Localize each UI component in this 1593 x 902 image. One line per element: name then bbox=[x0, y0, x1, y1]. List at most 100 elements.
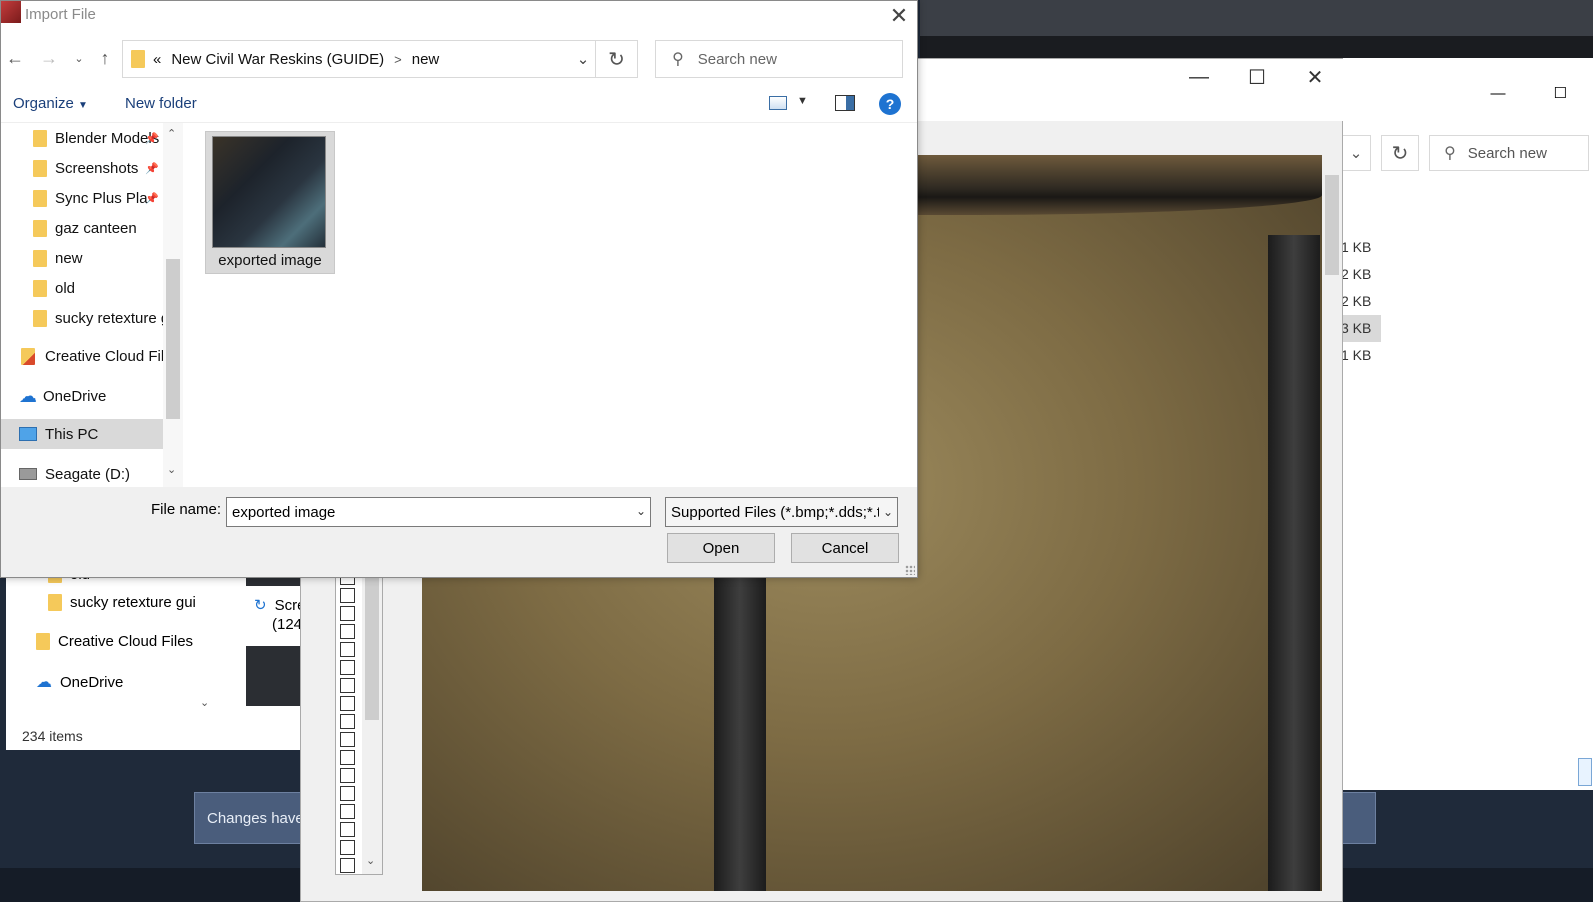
tree-item-sucky[interactable]: sucky retexture gui bbox=[48, 594, 196, 611]
up-arrow-icon[interactable]: ↑ bbox=[93, 45, 117, 71]
minimize-icon[interactable]: — bbox=[1170, 59, 1228, 95]
new-folder-button[interactable]: New folder bbox=[125, 95, 197, 112]
file-item-exported-image[interactable]: exported image bbox=[205, 131, 335, 274]
chevron-down-icon[interactable]: ⌄ bbox=[366, 854, 375, 867]
checkbox-list: ⌄ bbox=[335, 569, 383, 875]
edge-widget[interactable] bbox=[1578, 758, 1592, 786]
checkbox[interactable] bbox=[340, 588, 355, 603]
scrollbar-thumb[interactable] bbox=[1325, 175, 1339, 275]
forward-arrow-icon[interactable]: → bbox=[37, 45, 61, 71]
explorer-window-right: — ☐ ⌄ ↻ ⚲ Search new 1 KB 2 KB 2 KB 3 KB… bbox=[1340, 58, 1593, 790]
nav-item-onedrive[interactable]: ☁ OneDrive bbox=[1, 381, 165, 411]
recent-dropdown-icon[interactable]: ⌄ bbox=[67, 45, 91, 71]
checkbox[interactable] bbox=[340, 822, 355, 837]
nav-item-creative-cloud[interactable]: Creative Cloud Fil bbox=[1, 341, 165, 371]
checkbox[interactable] bbox=[340, 840, 355, 855]
checkbox[interactable] bbox=[340, 642, 355, 657]
chevron-down-icon[interactable]: ⌄ bbox=[167, 463, 176, 476]
maximize-icon[interactable]: ☐ bbox=[1228, 59, 1286, 95]
organize-button[interactable]: Organize ▼ bbox=[13, 95, 88, 112]
checkbox[interactable] bbox=[340, 696, 355, 711]
chevron-down-icon[interactable]: ⌄ bbox=[878, 505, 893, 519]
nav-item-old[interactable]: old bbox=[1, 273, 165, 303]
filetype-select[interactable]: Supported Files (*.bmp;*.dds;*.t ⌄ bbox=[665, 497, 898, 527]
folder-icon bbox=[48, 594, 62, 611]
checkbox[interactable] bbox=[340, 732, 355, 747]
nav-item-screenshots[interactable]: Screenshots 📌 bbox=[1, 153, 165, 183]
search-icon: ⚲ bbox=[672, 51, 684, 68]
tree-item-onedrive[interactable]: ☁ OneDrive bbox=[36, 672, 123, 692]
chevron-down-icon[interactable]: ⌄ bbox=[636, 504, 646, 518]
refresh-icon[interactable]: ↻ bbox=[1381, 135, 1419, 171]
navigation-pane: Blender Models 📌 Screenshots 📌 Sync Plus… bbox=[1, 123, 183, 487]
checkbox[interactable] bbox=[340, 858, 355, 873]
nav-item-sucky-retexture[interactable]: sucky retexture g bbox=[1, 303, 165, 333]
background-window-titlebar bbox=[920, 0, 1593, 40]
filename-input[interactable]: exported image ⌄ bbox=[226, 497, 651, 527]
minimize-icon[interactable]: — bbox=[1491, 85, 1506, 102]
nav-item-gaz-canteen[interactable]: gaz canteen bbox=[1, 213, 165, 243]
scrollbar[interactable] bbox=[1322, 155, 1342, 891]
scrollbar[interactable]: ⌃ ⌄ bbox=[163, 123, 183, 487]
checkbox[interactable] bbox=[340, 714, 355, 729]
computer-icon bbox=[19, 427, 37, 441]
file-item-screenshot[interactable]: ↻ Scre bbox=[254, 596, 305, 615]
creative-cloud-icon bbox=[36, 633, 50, 650]
folder-icon bbox=[33, 279, 47, 297]
checkbox[interactable] bbox=[340, 804, 355, 819]
checkbox[interactable] bbox=[340, 786, 355, 801]
scrollbar[interactable]: ⌄ bbox=[196, 570, 214, 718]
checkbox[interactable] bbox=[340, 660, 355, 675]
sync-folder-icon bbox=[33, 189, 47, 207]
cancel-button[interactable]: Cancel bbox=[791, 533, 899, 563]
search-placeholder: Search new bbox=[697, 50, 777, 68]
window-controls: — ☐ ✕ bbox=[1170, 59, 1344, 95]
close-icon[interactable]: ✕ bbox=[1286, 59, 1344, 95]
caret-down-icon[interactable]: ▼ bbox=[797, 95, 808, 107]
nav-item-label: Creative Cloud Fil bbox=[45, 347, 165, 365]
nav-item-new[interactable]: new bbox=[1, 243, 165, 273]
checkbox[interactable] bbox=[340, 678, 355, 693]
preview-pane-icon[interactable] bbox=[835, 95, 855, 111]
scrollbar-thumb[interactable] bbox=[166, 259, 180, 419]
search-input[interactable]: ⚲ Search new bbox=[1429, 135, 1589, 171]
address-bar[interactable]: « New Civil War Reskins (GUIDE) > new ⌄ … bbox=[122, 40, 638, 78]
nav-item-this-pc[interactable]: This PC bbox=[1, 419, 165, 449]
texture-rail bbox=[1268, 235, 1320, 891]
filetype-value: Supported Files (*.bmp;*.dds;*.t bbox=[671, 503, 882, 521]
maximize-icon[interactable]: ☐ bbox=[1554, 84, 1567, 102]
checkbox[interactable] bbox=[340, 768, 355, 783]
nav-item-sync-plus[interactable]: Sync Plus Pla 📌 bbox=[1, 183, 165, 213]
onedrive-icon: ☁ bbox=[36, 674, 52, 691]
search-input[interactable]: ⚲ Search new bbox=[655, 40, 903, 78]
scrollbar-thumb[interactable] bbox=[365, 570, 379, 720]
size-cell: 2 KB bbox=[1341, 293, 1372, 309]
scrollbar[interactable]: ⌄ bbox=[362, 570, 382, 874]
close-icon[interactable]: ✕ bbox=[881, 1, 917, 31]
open-button[interactable]: Open bbox=[667, 533, 775, 563]
nav-item-label: sucky retexture g bbox=[55, 309, 165, 327]
view-options-icon[interactable] bbox=[769, 96, 787, 110]
pin-icon: 📌 bbox=[145, 162, 159, 175]
dialog-titlebar bbox=[1, 1, 917, 31]
chevron-up-icon[interactable]: ⌃ bbox=[167, 127, 176, 140]
chevron-down-icon[interactable]: ⌄ bbox=[1341, 135, 1371, 171]
chevron-down-icon[interactable]: ⌄ bbox=[571, 41, 595, 77]
file-label: (124 bbox=[272, 616, 303, 633]
file-item-label-2: (124 bbox=[272, 616, 302, 633]
checkbox[interactable] bbox=[340, 606, 355, 621]
checkbox[interactable] bbox=[340, 750, 355, 765]
checkbox[interactable] bbox=[340, 624, 355, 639]
file-thumbnail[interactable] bbox=[246, 646, 300, 706]
nav-item-seagate[interactable]: Seagate (D:) bbox=[1, 459, 165, 487]
help-icon[interactable]: ? bbox=[879, 93, 901, 115]
tree-item-creative-cloud[interactable]: Creative Cloud Files bbox=[36, 633, 193, 650]
overflow-chevrons[interactable]: « bbox=[153, 51, 161, 68]
nav-item-blender-models[interactable]: Blender Models 📌 bbox=[1, 123, 165, 153]
breadcrumb-item[interactable]: New Civil War Reskins (GUIDE) bbox=[171, 51, 384, 68]
chevron-down-icon[interactable]: ⌄ bbox=[200, 696, 209, 709]
breadcrumb-item[interactable]: new bbox=[412, 51, 440, 68]
refresh-icon[interactable]: ↻ bbox=[595, 41, 637, 77]
back-arrow-icon[interactable]: ← bbox=[3, 45, 27, 71]
resize-grip-icon[interactable] bbox=[905, 565, 915, 575]
